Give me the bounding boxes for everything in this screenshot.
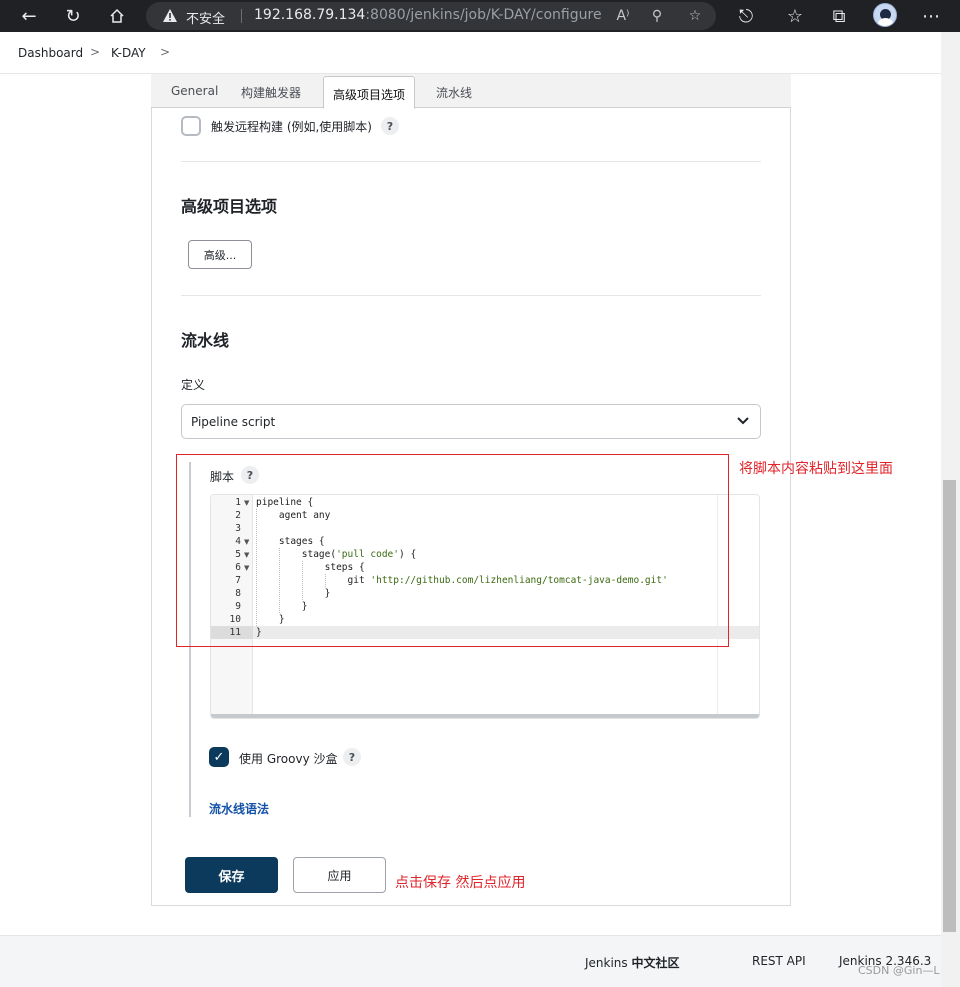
editor-scrollbar[interactable] <box>211 714 759 718</box>
page-footer: Jenkins 中文社区 REST API Jenkins 2.346.3 <box>0 935 941 987</box>
more-menu-icon[interactable]: ⋯ <box>918 4 944 28</box>
apply-button[interactable]: 应用 <box>293 857 386 893</box>
favorites-icon[interactable]: ☆ <box>782 4 808 28</box>
url-host: 192.168.79.134 <box>254 7 366 23</box>
footer-community-bold: 中文社区 <box>631 956 680 970</box>
url-text[interactable]: 192.168.79.134:8080/jenkins/job/K-DAY/co… <box>254 7 602 23</box>
definition-label: 定义 <box>181 378 206 392</box>
extensions-icon[interactable]: ⎋ <box>733 4 759 28</box>
save-button[interactable]: 保存 <box>185 857 278 893</box>
definition-select-value: Pipeline script <box>191 415 276 429</box>
paste-annotation-box <box>176 454 729 647</box>
tab-build-triggers[interactable]: 构建触发器 <box>241 84 301 101</box>
advanced-section-title: 高级项目选项 <box>181 197 278 216</box>
reload-icon[interactable]: ↻ <box>60 4 86 28</box>
zoom-icon[interactable]: ⚲ <box>646 6 668 26</box>
breadcrumb-dashboard[interactable]: Dashboard <box>18 46 83 60</box>
save-annotation-text: 点击保存 然后点应用 <box>395 875 526 891</box>
tab-general[interactable]: General <box>171 84 218 98</box>
tab-advanced-project-options[interactable]: 高级项目选项 <box>323 76 416 109</box>
collections-icon[interactable]: ⧉ <box>826 4 852 28</box>
add-favorite-icon[interactable]: ☆ <box>684 6 706 26</box>
paste-annotation-text: 将脚本内容粘贴到这里面 <box>739 461 893 477</box>
section-divider <box>181 295 761 296</box>
groovy-sandbox-checkbox[interactable]: ✓ <box>209 747 229 767</box>
advanced-button[interactable]: 高级... <box>188 240 252 269</box>
breadcrumb-separator[interactable]: > <box>160 45 170 59</box>
browser-toolbar: ← ↻ 不安全 192.168.79.134:8080/jenkins/job/… <box>0 0 960 32</box>
definition-select[interactable]: Pipeline script <box>181 404 761 439</box>
address-bar[interactable]: 不安全 192.168.79.134:8080/jenkins/job/K-DA… <box>146 2 716 30</box>
pipeline-syntax-link[interactable]: 流水线语法 <box>209 800 269 817</box>
config-tabs: General 构建触发器 高级项目选项 流水线 <box>151 74 791 109</box>
help-icon[interactable]: ? <box>343 748 361 766</box>
section-divider <box>181 161 761 162</box>
security-status[interactable]: 不安全 <box>186 8 225 27</box>
page-scrollbar-thumb[interactable] <box>943 480 956 932</box>
address-separator <box>241 9 242 23</box>
footer-rest-api-link[interactable]: REST API <box>752 954 806 968</box>
help-icon[interactable]: ? <box>381 117 399 135</box>
profile-avatar[interactable] <box>873 3 897 27</box>
remote-build-checkbox[interactable] <box>181 116 201 136</box>
watermark: CSDN @Gin—L <box>858 964 940 977</box>
breadcrumb: Dashboard > K-DAY > <box>0 32 945 74</box>
read-aloud-icon[interactable]: A⁾ <box>612 6 634 26</box>
pipeline-section-title: 流水线 <box>181 331 230 350</box>
home-icon[interactable] <box>104 4 130 28</box>
breadcrumb-job[interactable]: K-DAY <box>111 46 146 60</box>
breadcrumb-separator: > <box>90 45 101 59</box>
tab-pipeline[interactable]: 流水线 <box>436 84 472 101</box>
footer-community-link[interactable]: Jenkins 中文社区 <box>585 954 680 971</box>
footer-community-prefix: Jenkins <box>585 956 632 970</box>
chevron-down-icon <box>737 417 749 425</box>
groovy-sandbox-label: 使用 Groovy 沙盒 <box>239 752 338 766</box>
url-path: :8080/jenkins/job/K-DAY/configure <box>365 7 602 23</box>
back-arrow-icon[interactable]: ← <box>16 4 42 28</box>
remote-build-label: 触发远程构建 (例如,使用脚本) <box>211 120 372 134</box>
warning-icon <box>163 9 177 22</box>
